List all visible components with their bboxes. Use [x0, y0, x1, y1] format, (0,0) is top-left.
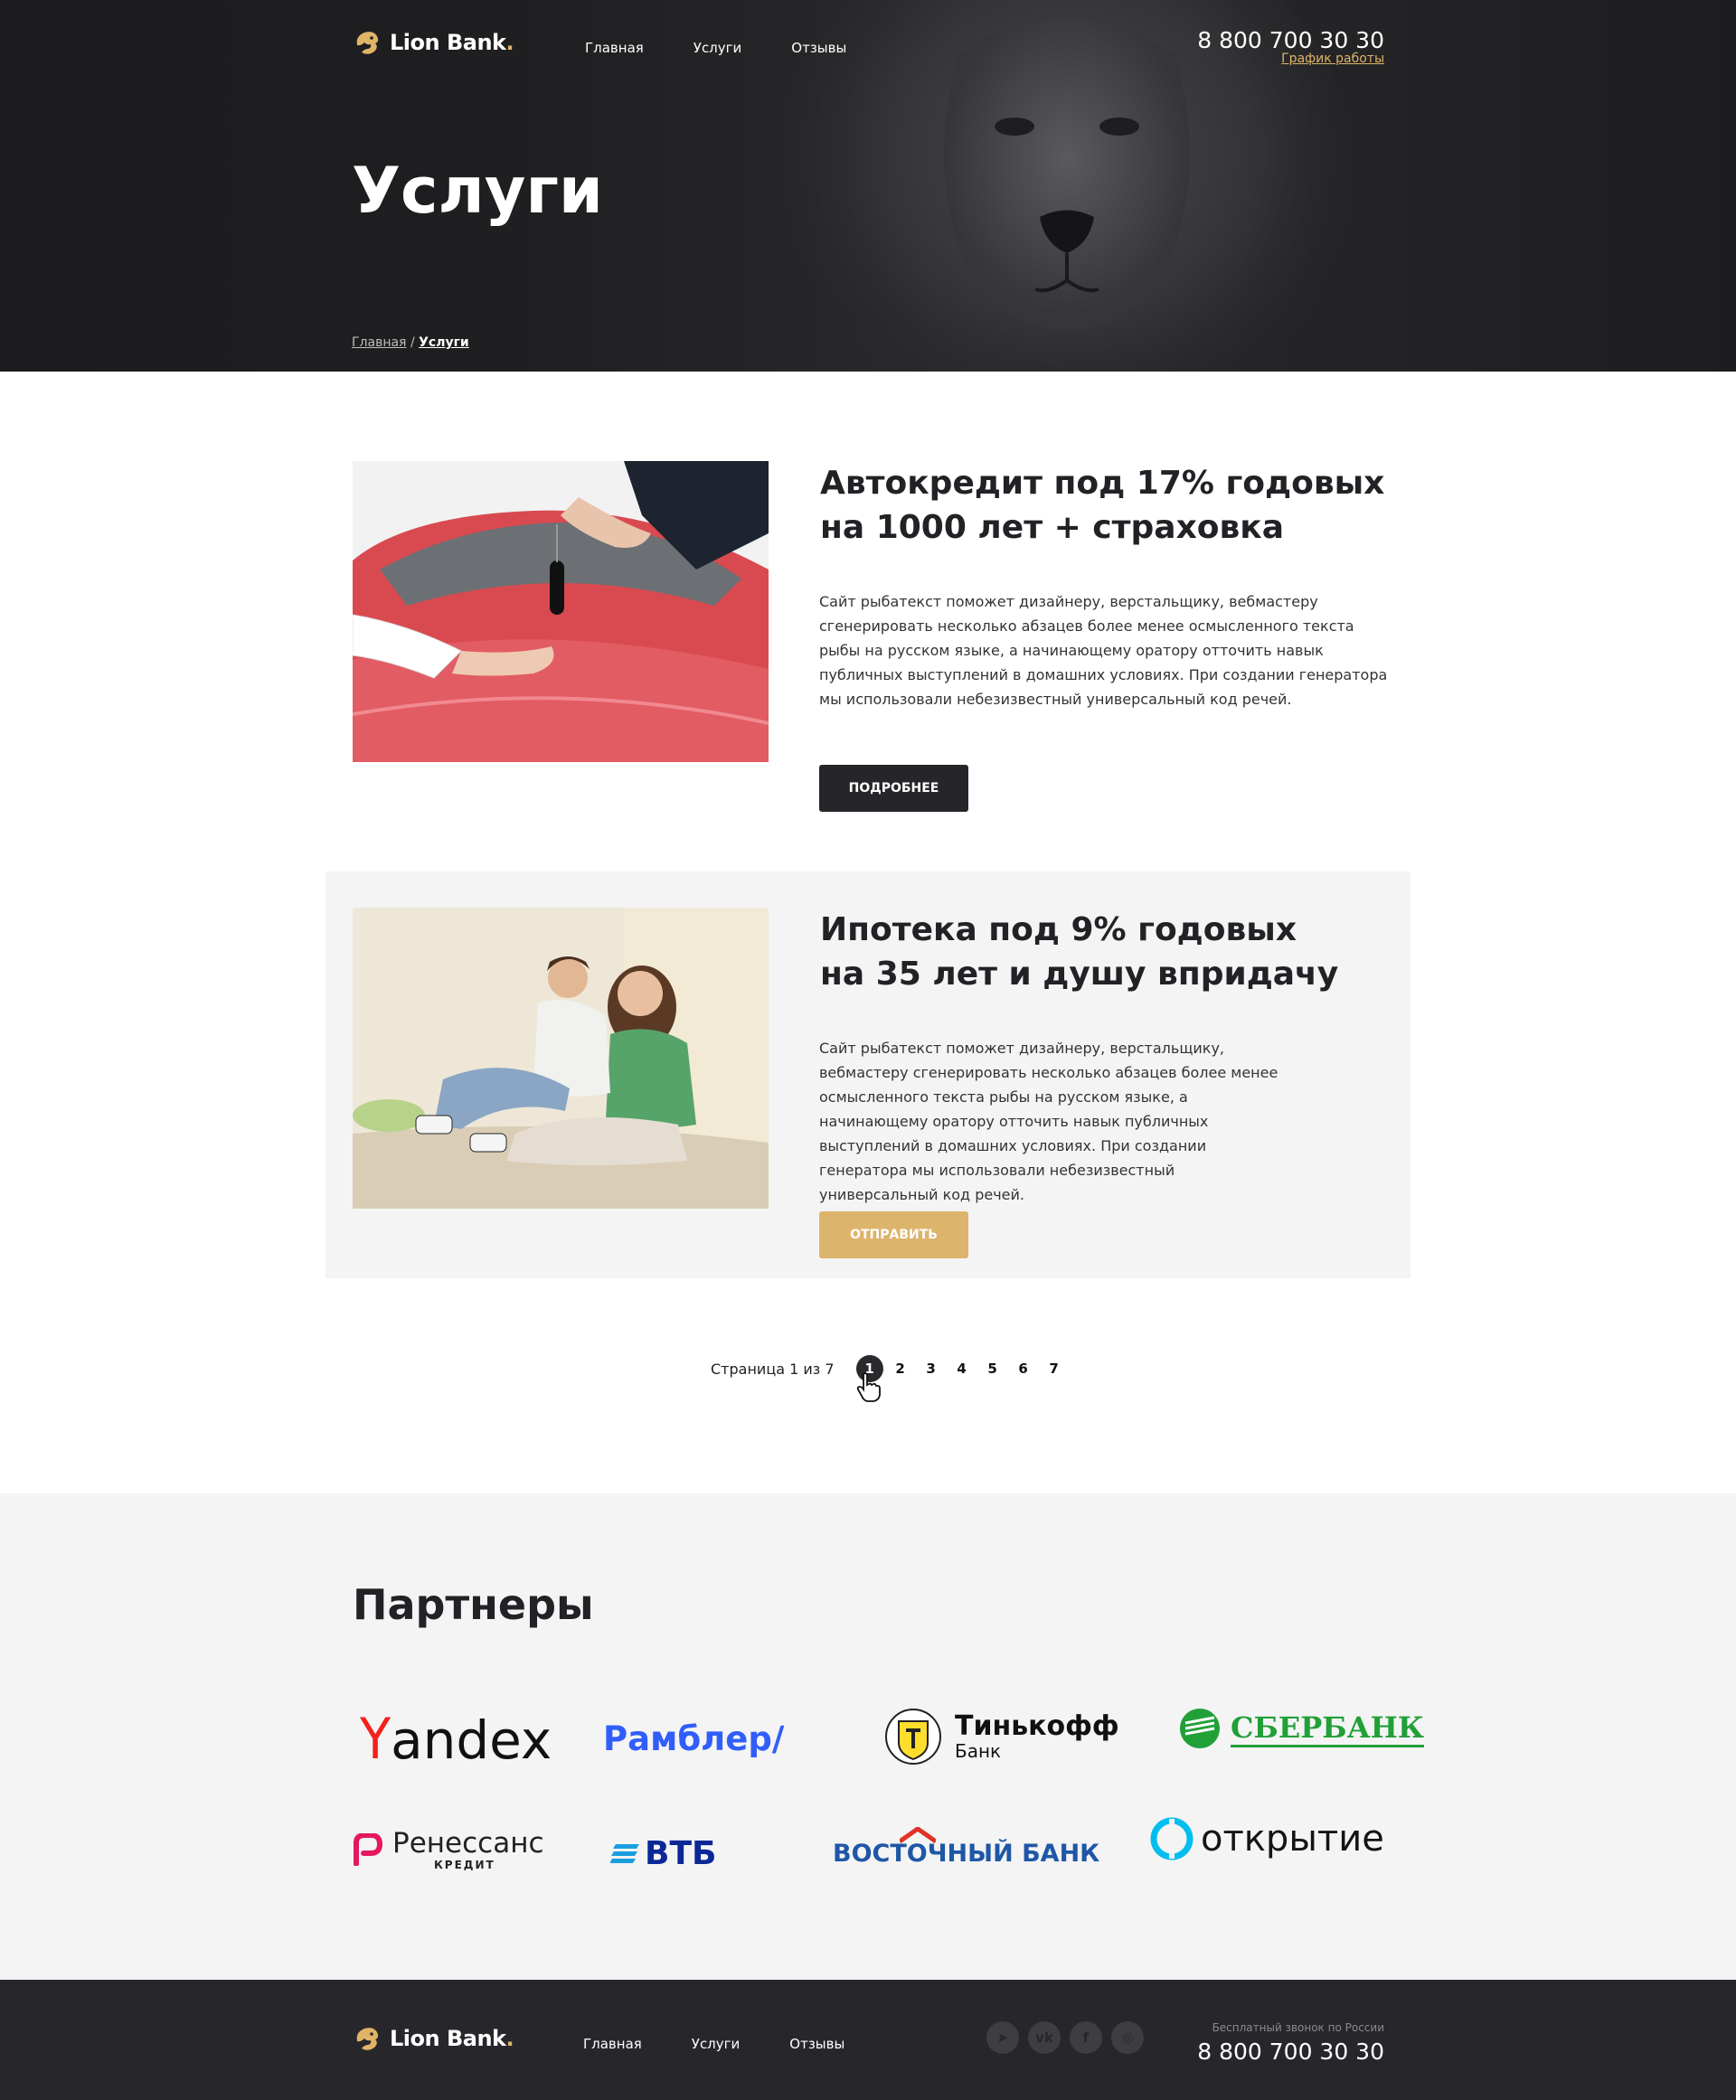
footer-nav-link-reviews[interactable]: Отзывы [789, 2036, 844, 2052]
footer-nav-link-home[interactable]: Главная [583, 2036, 642, 2052]
partners-title: Партнеры [353, 1580, 594, 1629]
hand-cursor-icon [856, 1372, 881, 1402]
page-counter: Страница 1 из 7 [711, 1360, 835, 1378]
otkritie-logo[interactable]: открытие [1150, 1817, 1384, 1860]
schedule-link[interactable]: График работы [1281, 52, 1384, 66]
footer-nav: Главная Услуги Отзывы [583, 2036, 894, 2052]
site-footer: Lion Bank. Главная Услуги Отзывы ➤ vk f … [0, 1980, 1736, 2100]
footer-logo[interactable]: Lion Bank. [352, 2023, 514, 2054]
nav-link-services[interactable]: Услуги [693, 40, 741, 56]
facebook-icon[interactable]: f [1070, 2021, 1102, 2054]
breadcrumb: Главная / Услуги [352, 335, 469, 350]
footer-phone[interactable]: 8 800 700 30 30 [1197, 2039, 1384, 2065]
footer-nav-link-services[interactable]: Услуги [692, 2036, 740, 2052]
breadcrumb-current: Услуги [419, 335, 469, 350]
renaissance-credit-logo[interactable]: Ренессанс КРЕДИТ [353, 1828, 544, 1871]
hero-banner: Lion Bank. Главная Услуги Отзывы 8 800 7… [0, 0, 1736, 372]
otkritie-emblem-icon [1150, 1817, 1194, 1860]
page-link-7[interactable]: 7 [1041, 1355, 1068, 1382]
lion-logo-icon [356, 32, 379, 54]
telegram-icon[interactable]: ➤ [986, 2021, 1019, 2054]
service-card-auto-loan: Автокредит под 17% годовых на 1000 лет +… [326, 434, 1410, 841]
vostochny-bank-logo[interactable]: ВОСТОЧНЫЙ БАНК [833, 1827, 1099, 1868]
page-link-5[interactable]: 5 [979, 1355, 1006, 1382]
breadcrumb-separator: / [410, 335, 415, 350]
service-description: Сайт рыбатекст поможет дизайнеру, верста… [819, 1040, 1278, 1203]
instagram-icon[interactable]: ◎ [1111, 2021, 1144, 2054]
nav-link-home[interactable]: Главная [585, 40, 644, 56]
page-link-6[interactable]: 6 [1010, 1355, 1037, 1382]
nav-link-reviews[interactable]: Отзывы [791, 40, 846, 56]
renaissance-emblem-icon [354, 1833, 383, 1866]
service-title: Автокредит под 17% годовых на 1000 лет +… [820, 465, 1385, 546]
brand-name: Lion Bank. [390, 2026, 514, 2051]
page-link-4[interactable]: 4 [948, 1355, 976, 1382]
service-title: Ипотека под 9% годовых на 35 лет и душу … [820, 911, 1339, 993]
details-button[interactable]: Подробнее [819, 765, 968, 812]
header-logo[interactable]: Lion Bank. [352, 27, 514, 58]
header-phone[interactable]: 8 800 700 30 30 [1197, 27, 1384, 53]
header-nav: Главная Услуги Отзывы [585, 40, 896, 56]
vtb-logo[interactable]: ВТБ [610, 1835, 716, 1872]
partners-section: Партнеры Yandex Рамблер/ Тинькофф Банк С… [0, 1493, 1736, 1980]
vostochny-roof-icon [900, 1827, 936, 1843]
vtb-stripes-icon [610, 1843, 639, 1863]
page-link-2[interactable]: 2 [887, 1355, 914, 1382]
free-call-label: Бесплатный звонок по России [1212, 2021, 1384, 2034]
service-card-mortgage: Ипотека под 9% годовых на 35 лет и душу … [326, 871, 1410, 1278]
lion-logo-icon [356, 2028, 379, 2050]
breadcrumb-home[interactable]: Главная [352, 335, 406, 350]
vk-icon[interactable]: vk [1028, 2021, 1061, 2054]
yandex-logo[interactable]: Yandex [360, 1706, 552, 1772]
rambler-logo[interactable]: Рамблер/ [603, 1719, 784, 1758]
service-description: Сайт рыбатекст поможет дизайнеру, верста… [819, 593, 1388, 708]
page-link-3[interactable]: 3 [918, 1355, 945, 1382]
brand-name: Lion Bank. [390, 30, 514, 55]
sberbank-logo[interactable]: СБЕРБАНК [1178, 1707, 1425, 1750]
tinkoff-logo[interactable]: Тинькофф Банк [879, 1707, 1119, 1766]
pagination: Страница 1 из 7 1 2 3 4 5 6 7 [711, 1353, 1071, 1384]
couple-photo [353, 908, 769, 1209]
page-title: Услуги [352, 154, 603, 228]
social-links: ➤ vk f ◎ [986, 2021, 1144, 2054]
submit-button[interactable]: Отправить [819, 1211, 968, 1258]
tinkoff-emblem-icon [885, 1709, 941, 1765]
car-keys-photo [353, 461, 769, 762]
sberbank-emblem-icon [1180, 1709, 1220, 1748]
